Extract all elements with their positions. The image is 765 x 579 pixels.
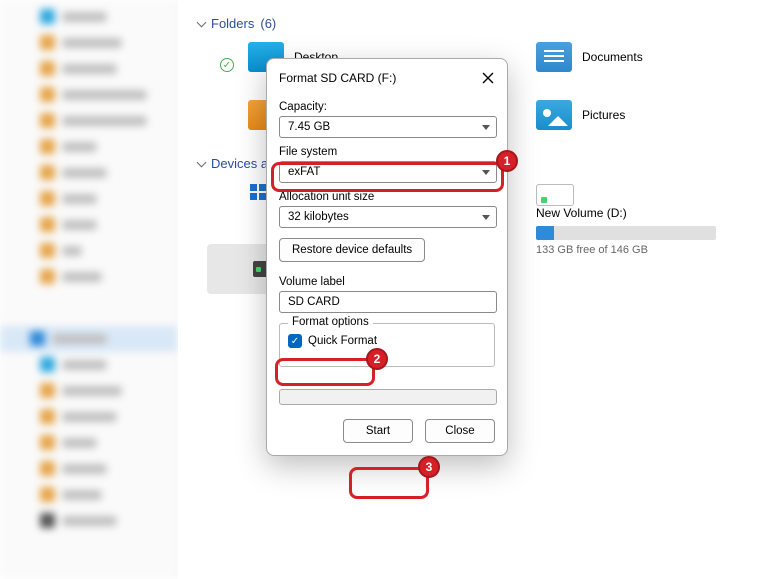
- volume-label-value: SD CARD: [288, 296, 340, 308]
- format-options-legend: Format options: [288, 316, 373, 328]
- callout-badge-3: 3: [418, 456, 440, 478]
- start-label: Start: [366, 425, 390, 437]
- windows-drive-icon[interactable]: [250, 184, 266, 200]
- checkbox-checked-icon: ✓: [288, 334, 302, 348]
- format-progress-bar: [279, 389, 497, 405]
- folder-documents[interactable]: Documents: [536, 42, 643, 72]
- filesystem-value: exFAT: [288, 166, 320, 178]
- restore-defaults-label: Restore device defaults: [292, 244, 412, 256]
- restore-defaults-button[interactable]: Restore device defaults: [279, 238, 425, 262]
- allocation-combo[interactable]: 32 kilobytes: [279, 206, 497, 228]
- folder-pictures[interactable]: Pictures: [536, 100, 625, 130]
- sync-check-icon: ✓: [220, 58, 234, 72]
- capacity-combo[interactable]: 7.45 GB: [279, 116, 497, 138]
- filesystem-label: File system: [279, 146, 495, 158]
- callout-badge-2: 2: [366, 348, 388, 370]
- drive-icon: [536, 184, 574, 206]
- allocation-value: 32 kilobytes: [288, 211, 349, 223]
- volume-label-label: Volume label: [279, 276, 495, 288]
- chevron-down-icon: [482, 125, 490, 130]
- close-label: Close: [445, 425, 474, 437]
- capacity-label: Capacity:: [279, 101, 495, 113]
- dialog-titlebar: Format SD CARD (F:): [267, 59, 507, 93]
- quick-format-label: Quick Format: [308, 335, 377, 347]
- chevron-down-icon: [197, 17, 207, 27]
- start-button[interactable]: Start: [343, 419, 413, 443]
- drive-usage-bar: [536, 226, 716, 240]
- folders-count: (6): [260, 16, 276, 31]
- chevron-down-icon: [482, 170, 490, 175]
- folder-label: Pictures: [582, 108, 625, 122]
- close-button[interactable]: [479, 69, 497, 87]
- callout-badge-1: 1: [496, 150, 518, 172]
- filesystem-combo[interactable]: exFAT: [279, 161, 497, 183]
- folders-section-header[interactable]: Folders (6): [198, 16, 276, 31]
- format-dialog: Format SD CARD (F:) Capacity: 7.45 GB Fi…: [266, 58, 508, 456]
- capacity-value: 7.45 GB: [288, 121, 330, 133]
- folders-label: Folders: [211, 16, 254, 31]
- nav-sidebar: [0, 0, 178, 579]
- drive-new-volume[interactable]: New Volume (D:) 133 GB free of 146 GB: [536, 184, 765, 256]
- chevron-down-icon: [482, 215, 490, 220]
- drive-free-text: 133 GB free of 146 GB: [536, 244, 716, 256]
- drive-name: New Volume (D:): [536, 206, 716, 220]
- folder-label: Documents: [582, 50, 643, 64]
- pictures-icon: [536, 100, 572, 130]
- volume-label-input[interactable]: SD CARD: [279, 291, 497, 313]
- close-dialog-button[interactable]: Close: [425, 419, 495, 443]
- allocation-label: Allocation unit size: [279, 191, 495, 203]
- quick-format-checkbox[interactable]: ✓ Quick Format: [288, 334, 486, 348]
- documents-icon: [536, 42, 572, 72]
- chevron-down-icon: [197, 157, 207, 167]
- dialog-title: Format SD CARD (F:): [279, 71, 396, 85]
- close-icon: [482, 72, 494, 84]
